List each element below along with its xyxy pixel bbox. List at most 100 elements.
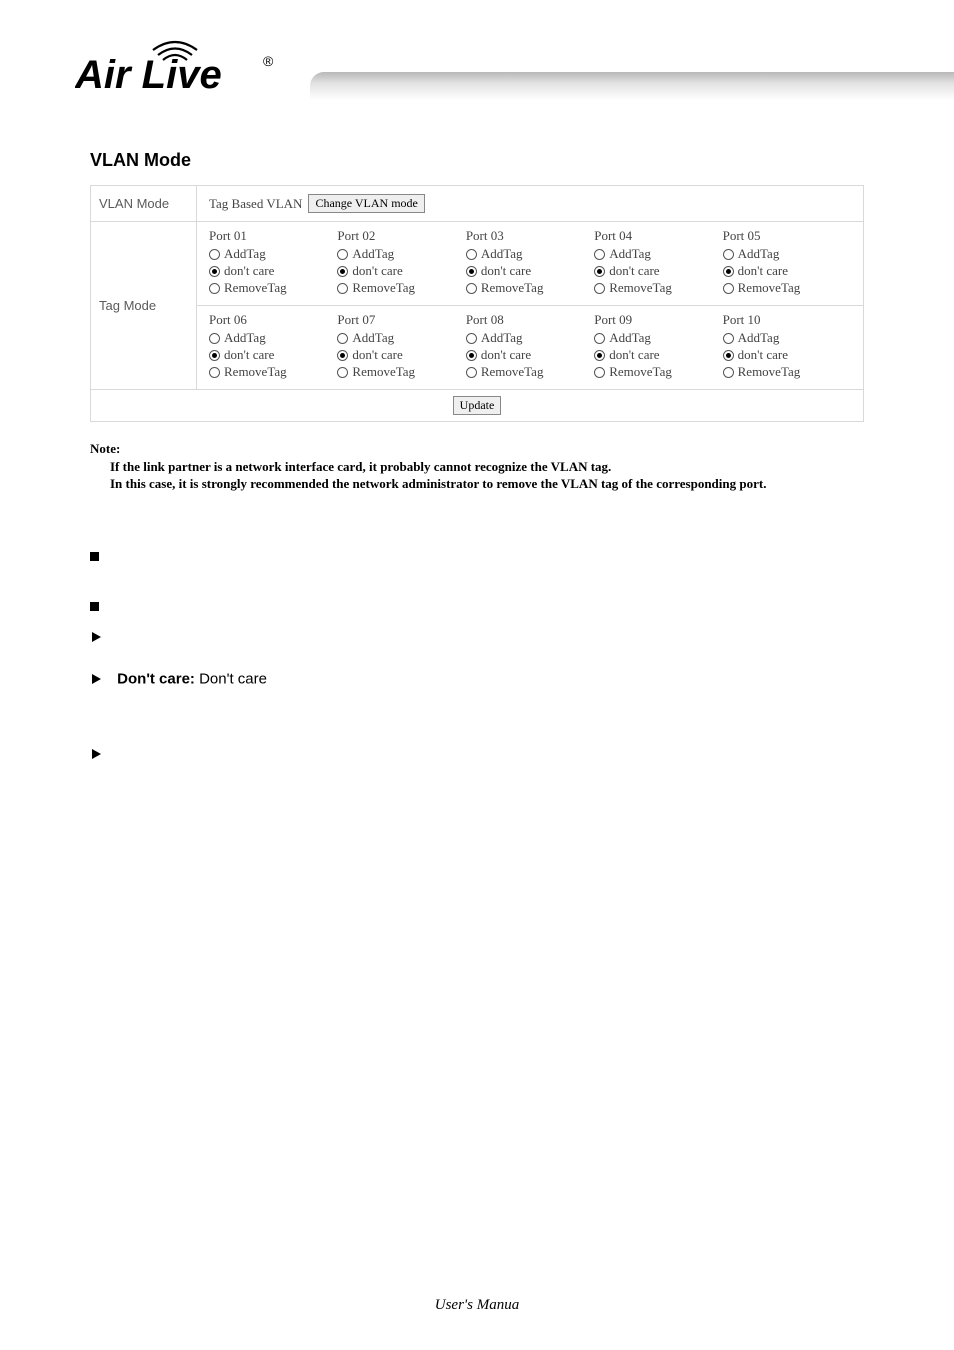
radio-icon[interactable] [723, 333, 734, 344]
radio-option-add[interactable]: AddTag [466, 246, 586, 262]
radio-option-add[interactable]: AddTag [723, 330, 843, 346]
radio-label: don't care [609, 263, 659, 279]
radio-option-add[interactable]: AddTag [337, 246, 457, 262]
radio-label: RemoveTag [352, 280, 415, 296]
radio-icon[interactable] [337, 249, 348, 260]
radio-label: RemoveTag [481, 364, 544, 380]
radio-option-dont[interactable]: don't care [466, 347, 586, 363]
radio-option-remove[interactable]: RemoveTag [466, 280, 586, 296]
radio-option-remove[interactable]: RemoveTag [337, 364, 457, 380]
radio-label: RemoveTag [224, 280, 287, 296]
radio-option-remove[interactable]: RemoveTag [209, 280, 329, 296]
radio-option-remove[interactable]: RemoveTag [209, 364, 329, 380]
radio-icon[interactable] [209, 266, 220, 277]
radio-option-dont[interactable]: don't care [723, 263, 843, 279]
radio-option-dont[interactable]: don't care [594, 347, 714, 363]
port-name: Port 05 [723, 228, 843, 244]
port-cell: Port 05 AddTagdon't careRemoveTag [723, 228, 851, 297]
radio-icon[interactable] [723, 266, 734, 277]
radio-label: don't care [481, 347, 531, 363]
port-name: Port 09 [594, 312, 714, 328]
radio-icon[interactable] [209, 350, 220, 361]
radio-icon[interactable] [594, 350, 605, 361]
radio-icon[interactable] [209, 367, 220, 378]
radio-option-remove[interactable]: RemoveTag [337, 280, 457, 296]
radio-option-dont[interactable]: don't care [723, 347, 843, 363]
radio-option-remove[interactable]: RemoveTag [594, 280, 714, 296]
radio-icon[interactable] [594, 367, 605, 378]
dont-care-label: Don't care: [117, 670, 195, 687]
radio-icon[interactable] [723, 350, 734, 361]
radio-icon[interactable] [209, 333, 220, 344]
radio-icon[interactable] [209, 249, 220, 260]
radio-icon[interactable] [466, 283, 477, 294]
radio-option-add[interactable]: AddTag [466, 330, 586, 346]
radio-label: don't care [738, 263, 788, 279]
arrow-bullet-icon [92, 749, 101, 759]
radio-option-remove[interactable]: RemoveTag [466, 364, 586, 380]
radio-icon[interactable] [723, 367, 734, 378]
port-cell: Port 10AddTagdon't careRemoveTag [723, 312, 851, 381]
radio-option-add[interactable]: AddTag [209, 330, 329, 346]
radio-option-remove[interactable]: RemoveTag [723, 364, 843, 380]
radio-option-remove[interactable]: RemoveTag [723, 280, 843, 296]
radio-icon[interactable] [466, 367, 477, 378]
radio-icon[interactable] [594, 283, 605, 294]
body-bullets: Don't care: Don't care [90, 548, 864, 765]
radio-icon[interactable] [337, 283, 348, 294]
radio-label: AddTag [609, 330, 651, 346]
note-line-1: If the link partner is a network interfa… [110, 458, 864, 476]
port-cell: Port 09 AddTagdon't careRemoveTag [594, 312, 722, 381]
radio-icon[interactable] [337, 367, 348, 378]
port-cell: Port 08 AddTagdon't careRemoveTag [466, 312, 594, 381]
radio-icon[interactable] [337, 333, 348, 344]
arrow-bullet-1 [90, 628, 864, 648]
radio-option-dont[interactable]: don't care [337, 263, 457, 279]
radio-option-add[interactable]: AddTag [337, 330, 457, 346]
svg-text:Air Live: Air Live [75, 53, 222, 97]
arrow-bullet-dont-care: Don't care: Don't care [90, 670, 864, 690]
radio-icon[interactable] [594, 249, 605, 260]
radio-label: AddTag [738, 246, 780, 262]
radio-label: don't care [352, 263, 402, 279]
update-button[interactable]: Update [453, 396, 502, 415]
radio-label: don't care [224, 347, 274, 363]
radio-icon[interactable] [466, 350, 477, 361]
port-name: Port 08 [466, 312, 586, 328]
arrow-bullet-icon [92, 674, 101, 684]
change-vlan-mode-button[interactable]: Change VLAN mode [308, 194, 424, 213]
radio-icon[interactable] [723, 283, 734, 294]
radio-icon[interactable] [209, 283, 220, 294]
radio-icon[interactable] [337, 266, 348, 277]
radio-option-add[interactable]: AddTag [723, 246, 843, 262]
radio-icon[interactable] [594, 266, 605, 277]
radio-icon[interactable] [723, 249, 734, 260]
radio-option-add[interactable]: AddTag [594, 330, 714, 346]
port-cell: Port 01AddTagdon't careRemoveTag [209, 228, 337, 297]
header-divider-bar [310, 72, 954, 100]
radio-option-dont[interactable]: don't care [337, 347, 457, 363]
note-block: Note: If the link partner is a network i… [90, 440, 864, 493]
radio-option-dont[interactable]: don't care [209, 347, 329, 363]
radio-icon[interactable] [337, 350, 348, 361]
radio-icon[interactable] [466, 266, 477, 277]
radio-icon[interactable] [466, 333, 477, 344]
vlan-mode-label: VLAN Mode [91, 186, 197, 222]
radio-option-add[interactable]: AddTag [209, 246, 329, 262]
radio-label: RemoveTag [738, 364, 801, 380]
radio-icon[interactable] [594, 333, 605, 344]
radio-option-remove[interactable]: RemoveTag [594, 364, 714, 380]
page-footer: User's Manua [0, 1297, 954, 1314]
port-cell: Port 07AddTagdon't careRemoveTag [337, 312, 465, 381]
port-cell: Port 03AddTagdon't careRemoveTag [466, 228, 594, 297]
radio-option-dont[interactable]: don't care [466, 263, 586, 279]
square-bullet-2 [90, 598, 864, 618]
note-title: Note: [90, 440, 864, 458]
port-name: Port 06 [209, 312, 329, 328]
radio-icon[interactable] [466, 249, 477, 260]
radio-label: don't care [609, 347, 659, 363]
radio-option-dont[interactable]: don't care [209, 263, 329, 279]
radio-option-add[interactable]: AddTag [594, 246, 714, 262]
square-bullet-icon [90, 602, 99, 611]
radio-option-dont[interactable]: don't care [594, 263, 714, 279]
